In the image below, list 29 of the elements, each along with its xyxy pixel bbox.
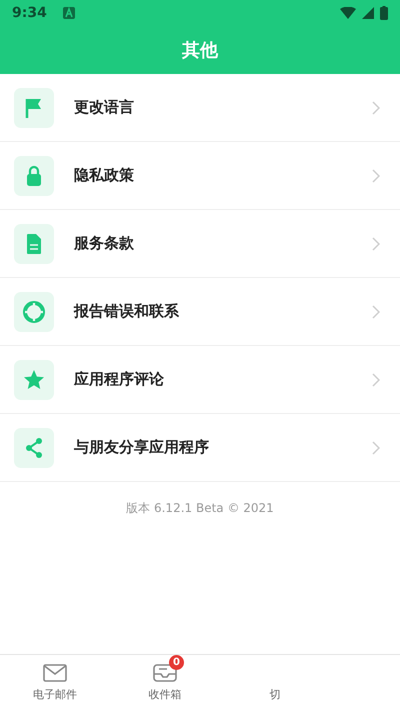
page-title: 其他 bbox=[181, 39, 220, 63]
nav-tab[interactable]: 切 bbox=[220, 655, 330, 710]
share-icon bbox=[14, 428, 54, 468]
count-badge: 0 bbox=[169, 655, 184, 670]
flag-icon bbox=[14, 88, 54, 128]
battery-icon bbox=[380, 6, 388, 20]
chevron-icon bbox=[372, 440, 380, 454]
signal-icon bbox=[362, 7, 374, 19]
lifebuoy-icon bbox=[14, 292, 54, 332]
status-time: 9:34 bbox=[12, 5, 47, 21]
chevron-icon bbox=[372, 236, 380, 250]
mail-icon bbox=[43, 663, 67, 683]
menu-item[interactable]: 应用程序评论 bbox=[0, 346, 400, 414]
lock-icon bbox=[14, 156, 54, 196]
nav-tab[interactable]: 电子邮件 bbox=[0, 655, 110, 710]
menu-item[interactable]: 隐私政策 bbox=[0, 142, 400, 210]
chevron-icon bbox=[372, 304, 380, 318]
chevron-icon bbox=[372, 372, 380, 386]
nav-tab[interactable]: 0 收件箱 bbox=[110, 655, 220, 710]
chevron-icon bbox=[372, 100, 380, 114]
menu-item[interactable]: 更改语言 bbox=[0, 74, 400, 142]
chevron-icon bbox=[372, 168, 380, 182]
version-text: 版本 6.12.1 Beta © 2021 bbox=[126, 500, 274, 517]
menu-item[interactable]: 报告错误和联系 bbox=[0, 278, 400, 346]
menu-item[interactable]: 服务条款 bbox=[0, 210, 400, 278]
menu-item[interactable]: 与朋友分享应用程序 bbox=[0, 414, 400, 482]
notification-icon bbox=[62, 7, 75, 19]
wifi-icon bbox=[340, 7, 356, 19]
document-icon bbox=[14, 224, 54, 264]
